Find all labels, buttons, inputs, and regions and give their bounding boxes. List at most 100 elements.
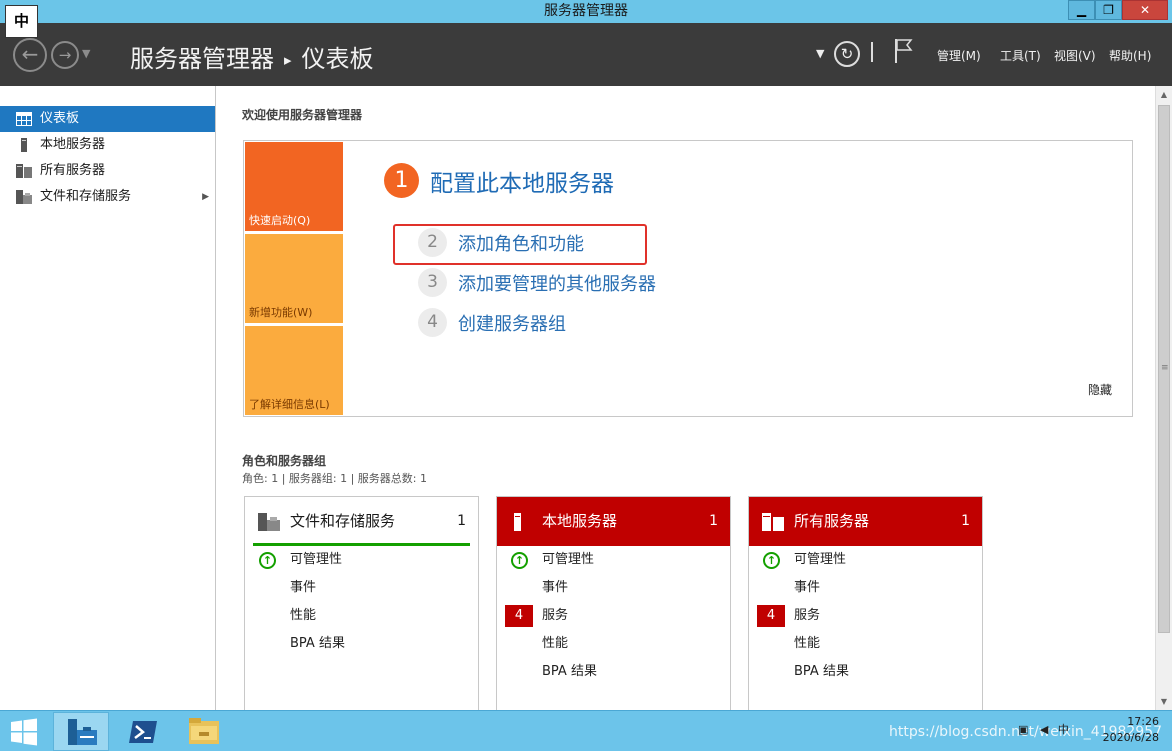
card-header[interactable]: 所有服务器 1	[749, 497, 982, 546]
sidebar-item-dashboard[interactable]: 仪表板	[0, 106, 215, 132]
role-card-file-storage[interactable]: 文件和存储服务 1 ↑ 可管理性 事件 性能 BPA 结果	[244, 496, 479, 710]
ok-status-icon: ↑	[259, 552, 276, 569]
card-row-bpa[interactable]: BPA 结果	[497, 658, 730, 686]
tile-quick-start[interactable]: 快速启动(Q)	[245, 142, 343, 231]
forward-arrow-icon: →	[58, 46, 72, 64]
taskbar-file-explorer[interactable]	[177, 712, 233, 751]
card-row-performance[interactable]: 性能	[245, 602, 478, 630]
row-label: 服务	[542, 608, 569, 623]
step-add-other-servers[interactable]: 3 添加要管理的其他服务器	[418, 268, 656, 297]
welcome-title: 欢迎使用服务器管理器	[242, 108, 363, 122]
server-icon	[514, 513, 521, 531]
step-number: 4	[418, 308, 447, 337]
step-label[interactable]: 创建服务器组	[458, 310, 566, 336]
back-button[interactable]: ←	[13, 38, 47, 72]
row-label: 可管理性	[290, 552, 343, 567]
folder-icon	[189, 718, 219, 744]
breadcrumb-separator-icon: ▸	[284, 51, 292, 69]
taskbar-server-manager[interactable]	[53, 712, 109, 751]
step-label[interactable]: 配置此本地服务器	[430, 164, 614, 198]
sidebar-item-label: 本地服务器	[40, 137, 106, 152]
card-header[interactable]: 文件和存储服务 1	[253, 497, 470, 546]
title-bar: 服务器管理器 ▁ ❐ ✕	[0, 0, 1172, 23]
scroll-up-icon[interactable]: ▲	[1156, 86, 1172, 103]
card-row-events[interactable]: 事件	[749, 574, 982, 602]
system-tray: ▣ ◀ 中	[1018, 721, 1069, 737]
alert-count-badge: 4	[505, 605, 533, 627]
sidebar-item-local-server[interactable]: 本地服务器	[0, 132, 215, 158]
card-row-performance[interactable]: 性能	[497, 630, 730, 658]
app-header: ← → ▼ 服务器管理器 ▸ 仪表板 ▼ ↻ 管理(M) 工具(T) 视图(V) 帮…	[0, 23, 1172, 86]
windows-start-icon[interactable]	[10, 718, 38, 746]
step-label[interactable]: 添加要管理的其他服务器	[458, 270, 656, 296]
step-create-server-group[interactable]: 4 创建服务器组	[418, 308, 566, 337]
row-label: 可管理性	[794, 552, 847, 567]
minimize-button[interactable]: ▁	[1068, 0, 1095, 20]
card-row-events[interactable]: 事件	[497, 574, 730, 602]
card-header[interactable]: 本地服务器 1	[497, 497, 730, 546]
forward-button[interactable]: →	[51, 41, 79, 69]
card-row-manageability[interactable]: ↑ 可管理性	[497, 546, 730, 574]
sidebar-item-all-servers[interactable]: 所有服务器	[0, 158, 215, 184]
card-row-manageability[interactable]: ↑ 可管理性	[245, 546, 478, 574]
tile-learn-more[interactable]: 了解详细信息(L)	[245, 326, 343, 415]
ok-status-icon: ↑	[511, 552, 528, 569]
sidebar-item-label: 所有服务器	[40, 163, 106, 178]
refresh-icon[interactable]: ↻	[834, 41, 860, 67]
role-card-all-servers[interactable]: 所有服务器 1 ↑ 可管理性 事件 4 服务 性能 BPA 结果	[748, 496, 983, 710]
row-label: BPA 结果	[542, 664, 597, 679]
notifications-flag-icon[interactable]	[893, 38, 913, 64]
header-dropdown-icon[interactable]: ▼	[816, 47, 824, 60]
card-row-services[interactable]: 4 服务	[749, 602, 982, 630]
row-label: BPA 结果	[794, 664, 849, 679]
card-count: 1	[961, 513, 970, 529]
volume-icon[interactable]: ◀	[1040, 723, 1048, 736]
dashboard-content: 欢迎使用服务器管理器 快速启动(Q) 新增功能(W) 了解详细信息(L) 1 配…	[217, 86, 1155, 710]
scroll-thumb[interactable]: ≡	[1158, 105, 1170, 633]
taskbar-clock[interactable]: 17:26 2020/6/28	[1103, 714, 1159, 746]
tray-ime-indicator[interactable]: 中	[1058, 723, 1069, 736]
step-configure-local-server[interactable]: 1 配置此本地服务器	[384, 163, 614, 198]
roles-section-title: 角色和服务器组	[242, 454, 327, 468]
highlight-box	[393, 224, 647, 265]
grip-icon: ≡	[1161, 363, 1169, 373]
menu-view[interactable]: 视图(V)	[1054, 47, 1096, 64]
row-label: 性能	[542, 636, 569, 651]
sidebar-item-label: 文件和存储服务	[40, 189, 132, 204]
hide-link[interactable]: 隐藏	[1088, 381, 1112, 398]
header-divider	[871, 42, 873, 62]
row-label: 事件	[542, 580, 569, 595]
card-row-bpa[interactable]: BPA 结果	[749, 658, 982, 686]
card-row-bpa[interactable]: BPA 结果	[245, 630, 478, 658]
menu-help[interactable]: 帮助(H)	[1109, 47, 1151, 64]
row-label: 可管理性	[542, 552, 595, 567]
expand-arrow-icon[interactable]: ▶	[202, 184, 209, 210]
ok-status-icon: ↑	[763, 552, 780, 569]
card-row-manageability[interactable]: ↑ 可管理性	[749, 546, 982, 574]
server-icon	[21, 138, 27, 152]
card-row-events[interactable]: 事件	[245, 574, 478, 602]
card-title: 所有服务器	[794, 512, 870, 530]
network-icon[interactable]: ▣	[1018, 723, 1028, 736]
tile-whats-new[interactable]: 新增功能(W)	[245, 234, 343, 323]
card-count: 1	[709, 513, 718, 529]
step-number: 1	[384, 163, 419, 198]
role-card-local-server[interactable]: 本地服务器 1 ↑ 可管理性 事件 4 服务 性能 BPA 结果	[496, 496, 731, 710]
scroll-down-icon[interactable]: ▼	[1156, 693, 1172, 710]
ime-indicator[interactable]: 中	[5, 5, 38, 38]
close-button[interactable]: ✕	[1122, 0, 1168, 20]
card-count: 1	[457, 513, 466, 529]
history-dropdown-icon[interactable]: ▼	[82, 47, 90, 60]
sidebar-item-file-storage[interactable]: 文件和存储服务 ▶	[0, 184, 215, 210]
vertical-scrollbar[interactable]: ▲ ≡ ▼	[1155, 86, 1172, 710]
breadcrumb-root[interactable]: 服务器管理器	[130, 45, 274, 73]
alert-count-badge: 4	[757, 605, 785, 627]
maximize-button[interactable]: ❐	[1095, 0, 1122, 20]
card-row-services[interactable]: 4 服务	[497, 602, 730, 630]
menu-tools[interactable]: 工具(T)	[1000, 47, 1041, 64]
card-row-performance[interactable]: 性能	[749, 630, 982, 658]
taskbar-powershell[interactable]	[115, 712, 171, 751]
file-storage-icon	[16, 190, 32, 204]
menu-manage[interactable]: 管理(M)	[937, 47, 981, 64]
taskbar: https://blog.csdn.net/weixin_41982957 ▣ …	[0, 710, 1172, 751]
